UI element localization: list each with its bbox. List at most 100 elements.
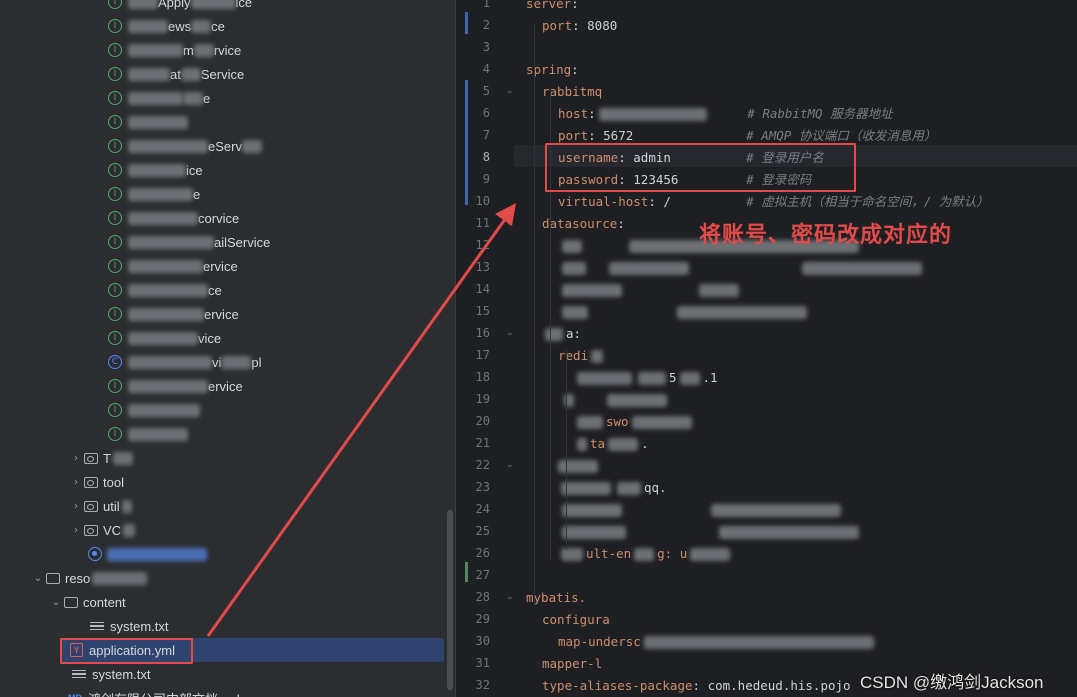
tree-service-item[interactable]: I [0, 398, 455, 422]
redacted-code-line[interactable] [558, 521, 862, 543]
code-line[interactable]: type-aliases-package: com.hedeud.his.poj… [542, 675, 851, 697]
tree-service-item[interactable]: Iervice [0, 254, 455, 278]
tree-service-item[interactable]: Im rvice [0, 38, 455, 62]
code-line[interactable]: port: 8080 [542, 15, 617, 37]
redacted-code-line[interactable]: ta. [574, 433, 649, 455]
tree-folder-t[interactable]: › T [0, 446, 455, 470]
line-number: 21 [475, 436, 490, 450]
code-line[interactable]: host: # RabbitMQ 服务器地址 [558, 103, 893, 125]
spring-boot-app-icon [88, 547, 102, 561]
code-line[interactable]: datasource: [542, 213, 625, 235]
chevron-right-icon[interactable]: › [68, 453, 84, 464]
redacted-text [598, 108, 707, 121]
yaml-key: port [542, 18, 573, 33]
line-number: 2 [482, 18, 490, 32]
line-number: 23 [475, 480, 490, 494]
fold-chevron-icon[interactable]: ⌄ [506, 86, 514, 96]
tree-folder-tool[interactable]: › tool [0, 470, 455, 494]
code-line[interactable]: map-undersc [558, 631, 877, 653]
chevron-right-icon[interactable]: › [68, 525, 84, 536]
fold-chevron-icon[interactable]: ⌄ [506, 592, 514, 602]
line-number: 19 [475, 392, 490, 406]
tree-service-item[interactable]: Ico rvice [0, 206, 455, 230]
code-line[interactable]: rabbitmq [542, 81, 602, 103]
tree-file-system-txt[interactable]: system.txt [0, 662, 455, 686]
application-yml-highlight-box [60, 638, 193, 664]
tree-folder-util[interactable]: › util [0, 494, 455, 518]
code-line[interactable]: virtual-host: / # 虚拟主机（相当于命名空间，/ 为默认） [558, 191, 989, 213]
chevron-right-icon[interactable]: › [68, 501, 84, 512]
tree-service-item[interactable]: Iews ce [0, 14, 455, 38]
tree-scrollbar[interactable] [447, 510, 453, 690]
package-folder-icon [84, 524, 98, 536]
tree-file-content-system-txt[interactable]: system.txt [0, 614, 455, 638]
redacted-code-line[interactable] [558, 455, 601, 477]
tree-service-item[interactable]: IeServ [0, 134, 455, 158]
tree-service-item[interactable]: IailService [0, 230, 455, 254]
yaml-value: : [588, 106, 596, 121]
line-number: 25 [475, 524, 490, 538]
line-number: 7 [482, 128, 490, 142]
fold-chevron-icon[interactable]: ⌄ [506, 218, 514, 228]
yaml-comment: # AMQP 协议端口（收发消息用） [746, 128, 937, 143]
tree-application-class[interactable] [0, 542, 455, 566]
line-number: 20 [475, 414, 490, 428]
code-line[interactable]: mybatis. [526, 587, 586, 609]
tree-service-item[interactable]: Iervice [0, 302, 455, 326]
chevron-down-icon[interactable]: ⌄ [30, 573, 46, 584]
line-number: 8 [482, 150, 490, 164]
redacted-text [545, 328, 563, 341]
line-number: 28 [475, 590, 490, 604]
line-number: 29 [475, 612, 490, 626]
tree-service-item[interactable]: Ice [0, 278, 455, 302]
tree-service-item[interactable]: Ie [0, 86, 455, 110]
chevron-down-icon[interactable]: ⌄ [48, 597, 64, 608]
tree-folder-resources[interactable]: ⌄ reso [0, 566, 455, 590]
tree-folder-vo[interactable]: › VC [0, 518, 455, 542]
tree-service-label: eServ [208, 138, 242, 154]
redacted-code-line[interactable]: ult-en g: u [558, 543, 733, 565]
line-number: 30 [475, 634, 490, 648]
interface-icon: I [108, 427, 122, 441]
redacted-code-line[interactable] [558, 279, 742, 301]
fold-chevron-icon[interactable]: ⌄ [506, 328, 514, 338]
redacted-code-line[interactable]: swo [574, 411, 695, 433]
redacted-code-line[interactable] [558, 389, 670, 411]
interface-icon: I [108, 403, 122, 417]
tree-service-item[interactable]: I Apply ice [0, 0, 455, 14]
fold-chevron-icon[interactable]: ⌄ [506, 460, 514, 470]
chevron-right-icon[interactable]: › [68, 477, 84, 488]
redacted-code-line[interactable] [558, 301, 810, 323]
tree-service-item[interactable]: Ivice [0, 326, 455, 350]
tree-service-item[interactable]: Iervice [0, 374, 455, 398]
yaml-key: spring [526, 62, 572, 77]
class-icon: C [108, 355, 122, 369]
code-editor[interactable]: 1 2 3 4 5 6 7 8 9 10 11 12 13 14 15 16 17 18 19 20 21 22 23 24 2… [455, 0, 1077, 697]
tree-service-label-suffix: vice [198, 330, 222, 346]
tree-folder-content[interactable]: ⌄ content [0, 590, 455, 614]
interface-icon: I [108, 235, 122, 249]
yaml-value: : 5672 [588, 128, 634, 143]
redacted-code-line[interactable]: qq. [558, 477, 667, 499]
redacted-code-line[interactable] [558, 257, 925, 279]
tree-service-item[interactable]: I [0, 422, 455, 446]
redacted-text [679, 372, 700, 385]
yaml-key-fragment: g: u [657, 546, 688, 561]
yaml-value-fragment: qq. [644, 480, 667, 495]
tree-service-item[interactable]: Cvi pl [0, 350, 455, 374]
tree-service-item[interactable]: Iat Service [0, 62, 455, 86]
credentials-highlight-box [545, 143, 856, 192]
code-line[interactable]: server: [526, 0, 579, 15]
code-line[interactable]: a: [542, 323, 581, 345]
tree-service-item[interactable]: Iice [0, 158, 455, 182]
tree-service-item[interactable]: I [0, 110, 455, 134]
redacted-code-line[interactable] [558, 499, 844, 521]
tree-service-item[interactable]: Ie [0, 182, 455, 206]
tree-file-md[interactable]: MD 鸿剑有限公司内部文档.md [0, 686, 455, 697]
tree-file-label: system.txt [92, 666, 151, 682]
redacted-text [690, 548, 731, 561]
redacted-code-line[interactable]: 5.1 [574, 367, 718, 389]
tree-folder-label: T [103, 450, 111, 466]
code-line[interactable]: configura [542, 609, 610, 631]
code-line[interactable]: mapper-l [542, 653, 602, 675]
